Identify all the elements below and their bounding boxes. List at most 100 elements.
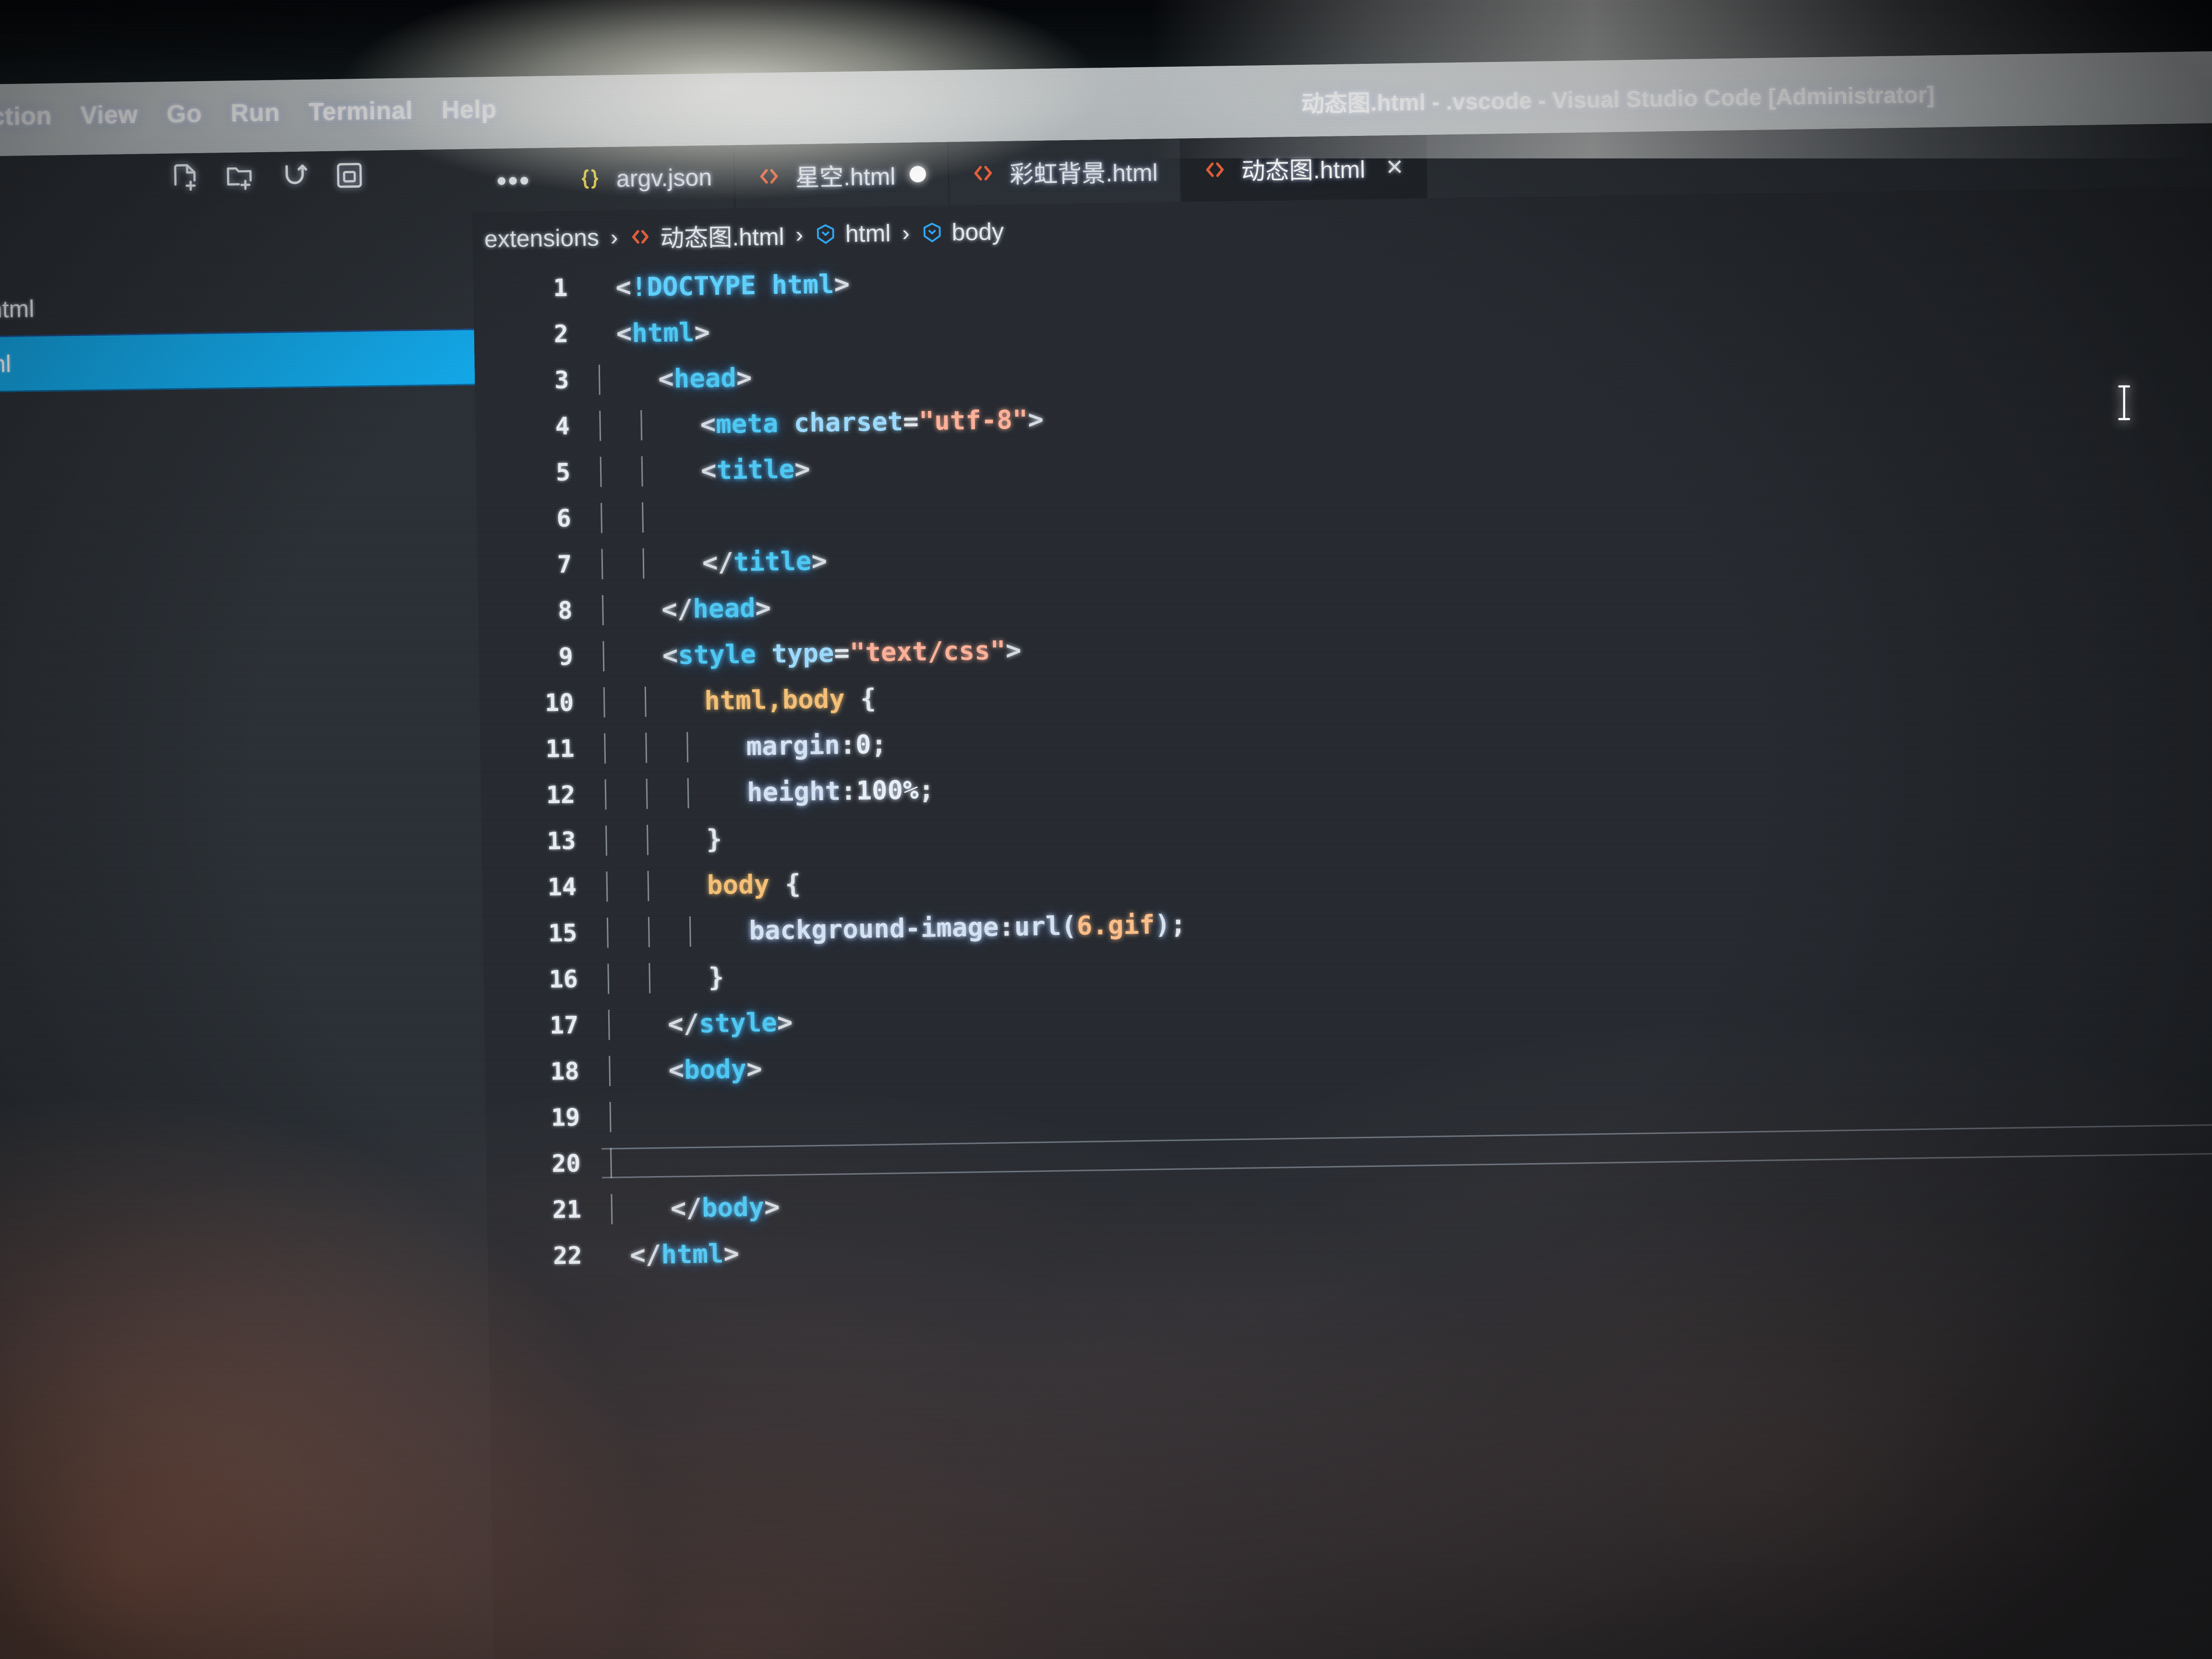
- indent-guide: [689, 916, 691, 947]
- new-file-icon[interactable]: [169, 162, 201, 194]
- new-folder-icon[interactable]: [224, 161, 256, 193]
- collapse-folders-icon[interactable]: [333, 159, 365, 192]
- indent-guide: [606, 917, 609, 948]
- code-token: body: [707, 869, 770, 900]
- explorer-sidebar: ns 景.html .html tml on: [0, 149, 494, 1659]
- indent-guide: [642, 502, 644, 532]
- code-token: :: [840, 729, 856, 760]
- menu-item-selection[interactable]: ction: [0, 102, 52, 132]
- line-number: 8: [557, 596, 573, 625]
- tab-close-icon[interactable]: ✕: [1385, 154, 1404, 180]
- menu-item-terminal[interactable]: Terminal: [309, 96, 413, 126]
- file-tree-item[interactable]: ns: [0, 216, 473, 279]
- tab-more-actions-button[interactable]: •••: [471, 148, 556, 213]
- symbol-tag-icon: [921, 220, 943, 245]
- code-tokens: </title>: [702, 545, 827, 577]
- code-token: head: [692, 592, 756, 624]
- file-tree-item[interactable]: on: [0, 442, 477, 505]
- refresh-explorer-icon[interactable]: [278, 160, 311, 192]
- breadcrumb-item-file[interactable]: 动态图.html: [629, 217, 784, 254]
- breadcrumb-label: html: [845, 219, 891, 248]
- code-token: "utf-8": [918, 404, 1028, 436]
- tab-xingkong-html[interactable]: 星空.html: [734, 142, 950, 209]
- indent-guide: [608, 1009, 610, 1040]
- code-token: meta: [715, 408, 779, 439]
- code-tokens: [669, 1101, 670, 1131]
- code-token: >: [746, 1053, 763, 1084]
- line-number: 5: [555, 458, 571, 487]
- code-tokens: </style>: [668, 1007, 793, 1039]
- indent-guide: [645, 732, 648, 763]
- breadcrumb-label: 动态图.html: [660, 223, 785, 252]
- tab-caihongbeijing-html[interactable]: 彩虹背景.html: [949, 138, 1181, 205]
- menu-item-help[interactable]: Help: [441, 95, 497, 125]
- html-file-icon: [757, 163, 781, 190]
- line-number: 10: [544, 688, 574, 717]
- file-tree-item[interactable]: tml: [0, 385, 476, 449]
- code-token: {: [844, 683, 877, 714]
- code-token: <: [668, 1054, 685, 1085]
- code-token: <: [662, 639, 678, 671]
- indent-guide: [605, 825, 607, 856]
- code-token: height: [746, 775, 841, 807]
- indent-guide: [604, 779, 607, 810]
- indent-guide: [649, 962, 651, 993]
- line-number: 9: [558, 642, 574, 671]
- text-ibeam-cursor: [2116, 383, 2132, 422]
- file-tree-item[interactable]: 景.html: [0, 272, 474, 336]
- tab-dongtaitu-html[interactable]: 动态图.html ✕: [1180, 135, 1428, 202]
- menu-bar: ction View Go Run Terminal Help: [0, 95, 497, 132]
- indent-guide: [646, 778, 648, 809]
- menu-item-view[interactable]: View: [80, 100, 138, 130]
- html-file-icon: [1202, 156, 1227, 183]
- tab-argv-json[interactable]: argv.json: [555, 145, 736, 211]
- code-token: type: [771, 637, 834, 669]
- code-tokens: </head>: [661, 592, 771, 624]
- code-token: style: [698, 1007, 778, 1039]
- line-number: 14: [547, 873, 577, 902]
- code-token: >: [794, 453, 811, 484]
- file-tree-item-selected[interactable]: .html: [0, 328, 475, 393]
- code-token: html: [661, 1238, 724, 1270]
- breadcrumb-item-extensions[interactable]: extensions: [484, 224, 599, 253]
- code-token: margin: [746, 729, 841, 761]
- indent-guide: [602, 641, 605, 672]
- code-token: >: [755, 592, 771, 623]
- indent-guide: [603, 687, 605, 718]
- breadcrumb-label: body: [951, 218, 1004, 246]
- indent-guide: [611, 1193, 613, 1224]
- indent-guide: [601, 503, 603, 533]
- code-token: 100%: [856, 774, 919, 806]
- breadcrumb-item-html[interactable]: html: [814, 219, 891, 248]
- symbol-tag-icon: [815, 222, 837, 246]
- menu-item-run[interactable]: Run: [230, 98, 280, 128]
- code-editor[interactable]: 1 <!DOCTYPE html> 2 <html> 3 <head> 4 <meta cha…: [473, 240, 2212, 1659]
- code-token: html: [631, 317, 695, 349]
- breadcrumb-separator: ›: [610, 225, 618, 250]
- code-token: >: [723, 1238, 740, 1269]
- code-tokens: margin:0;: [746, 729, 887, 761]
- code-token: url(: [1014, 910, 1077, 942]
- breadcrumb-item-body[interactable]: body: [921, 217, 1004, 247]
- code-token: >: [736, 362, 752, 393]
- indent-guide: [599, 410, 601, 441]
- file-tree-item-label: .html: [0, 350, 12, 378]
- indent-guide: [601, 549, 603, 579]
- code-token: style: [677, 638, 757, 670]
- line-number: 3: [554, 366, 569, 395]
- code-token: >: [811, 545, 828, 576]
- tab-dirty-indicator[interactable]: [910, 166, 926, 183]
- code-tokens: <body>: [668, 1053, 762, 1085]
- indent-guide: [600, 457, 602, 487]
- line-number: 20: [551, 1149, 581, 1178]
- code-token: !DOCTYPE html: [631, 268, 834, 302]
- line-number: 22: [553, 1241, 582, 1270]
- code-token: <: [700, 455, 717, 486]
- code-tokens: <!DOCTYPE html>: [615, 268, 850, 302]
- menu-item-go[interactable]: Go: [167, 99, 202, 129]
- json-file-icon: [577, 166, 602, 193]
- code-token: >: [834, 268, 850, 299]
- line-number: 16: [549, 965, 578, 994]
- file-tree-item-label: 景.html: [0, 295, 35, 324]
